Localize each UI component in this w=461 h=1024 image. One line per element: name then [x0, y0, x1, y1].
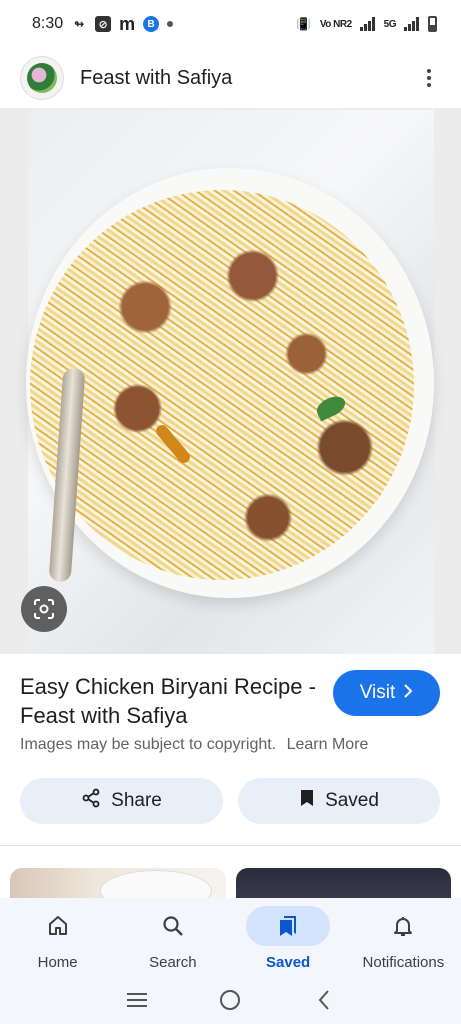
saved-label: Saved	[325, 790, 379, 811]
call-forward-icon: ↬	[74, 17, 85, 31]
related-image-2[interactable]	[236, 868, 451, 902]
share-icon	[81, 788, 101, 814]
visit-label: Visit	[359, 682, 396, 703]
nav-item-search[interactable]: Search	[115, 898, 230, 976]
nav-label-saved: Saved	[266, 954, 311, 971]
visit-button[interactable]: Visit	[333, 670, 440, 716]
copyright-notice: Images may be subject to copyright. Lear…	[20, 736, 368, 754]
nav-label-home: Home	[37, 954, 78, 971]
status-bar: 8:30 ↬ ⊘ m B 📳 Vo NR2 5G	[0, 0, 461, 48]
nav-item-saved[interactable]: Saved	[231, 898, 346, 976]
home-button-icon[interactable]	[210, 980, 250, 1020]
home-icon	[16, 906, 100, 946]
more-vert-icon[interactable]	[413, 62, 445, 94]
lens-icon[interactable]	[21, 586, 67, 632]
network-type: 5G	[383, 18, 397, 30]
learn-more-link[interactable]: Learn More	[287, 736, 369, 753]
search-icon	[131, 906, 215, 946]
battery-icon	[428, 16, 437, 32]
result-title[interactable]: Easy Chicken Biryani Recipe - Feast with…	[20, 672, 320, 730]
bottom-navigation: Home Search Saved Notifications	[0, 898, 461, 976]
app-bar: Feast with Safiya	[0, 48, 461, 108]
chevron-right-icon	[403, 682, 413, 704]
share-label: Share	[111, 790, 162, 811]
image-biryani	[30, 190, 414, 580]
site-title[interactable]: Feast with Safiya	[80, 67, 413, 90]
status-time: 8:30	[32, 15, 64, 32]
app-notification-icon: ⊘	[95, 16, 112, 32]
saved-button[interactable]: Saved	[238, 778, 440, 824]
nav-label-search: Search	[149, 954, 197, 971]
more-notifications-icon	[167, 21, 174, 27]
bookmarks-icon	[246, 906, 331, 946]
recent-apps-icon[interactable]	[117, 980, 157, 1020]
share-button[interactable]: Share	[20, 778, 223, 824]
result-info: Easy Chicken Biryani Recipe - Feast with…	[0, 664, 461, 844]
nav-item-home[interactable]: Home	[0, 898, 115, 976]
bookmark-icon	[299, 788, 315, 814]
nav-item-notifications[interactable]: Notifications	[346, 898, 461, 976]
related-image-1[interactable]	[10, 868, 226, 902]
m-app-icon: m	[119, 13, 136, 34]
system-navigation	[0, 976, 461, 1024]
nav-label-notifications: Notifications	[362, 954, 445, 971]
site-logo-icon	[27, 63, 57, 93]
divider	[0, 845, 461, 846]
b-app-icon: B	[143, 16, 160, 32]
result-image[interactable]	[0, 108, 461, 654]
signal-icon-2	[404, 16, 420, 32]
network-label: Vo NR2	[319, 18, 352, 30]
back-icon[interactable]	[304, 980, 344, 1020]
site-avatar[interactable]	[20, 56, 64, 100]
signal-icon	[359, 16, 376, 32]
copyright-text: Images may be subject to copyright.	[20, 736, 277, 753]
vibrate-icon: 📳	[296, 17, 312, 31]
bell-icon	[361, 906, 445, 946]
